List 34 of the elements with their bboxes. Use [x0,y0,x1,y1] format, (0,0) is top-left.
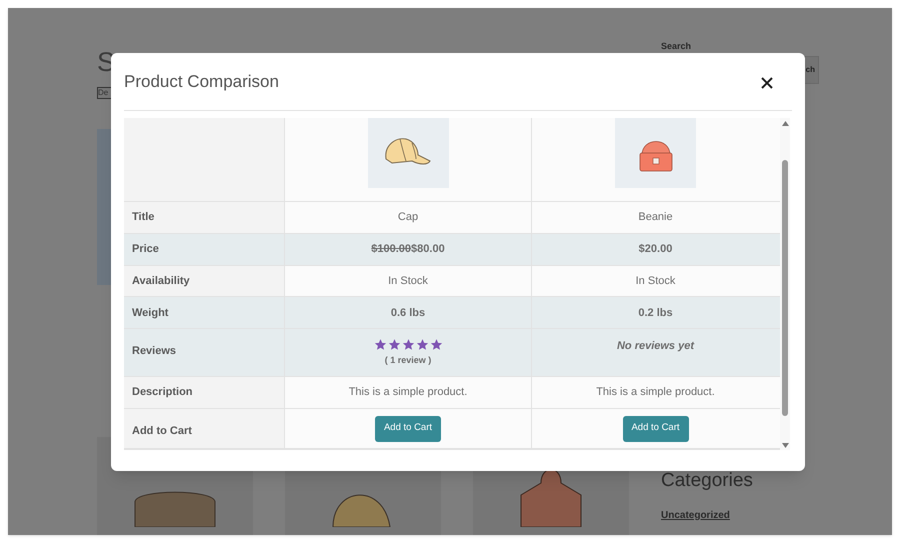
cell-text: This is a simple product. [348,385,468,400]
row-label: Reviews [132,345,176,358]
search-label: Search [661,41,692,51]
dialog-title: Product Comparison [124,70,279,93]
row-label: Add to Cart [132,425,192,438]
star-icon [402,338,414,352]
add-to-cart-button[interactable]: Add to Cart [622,416,688,442]
category-link[interactable]: Uncategorized [661,508,826,522]
scrollbar[interactable] [780,118,790,450]
categories-heading: Categories [661,469,754,493]
weight-value: 0.6 lbs [390,306,426,321]
row-label: Price [132,242,159,257]
row-label: Weight [132,306,168,321]
scroll-up-arrow-icon[interactable] [782,121,788,127]
cell-text: This is a simple product. [596,385,715,400]
review-count: ( 1 review ) [384,354,432,368]
star-icon [388,338,400,352]
no-reviews-text: No reviews yet [616,339,694,354]
scroll-down-arrow-icon[interactable] [782,443,788,449]
cell-text: In Stock [636,274,676,289]
row-label: Description [132,385,193,400]
row-label: Title [132,210,154,225]
row-label: Availability [132,274,190,289]
cell-text: Beanie [638,210,673,225]
price-value: $100.00$80.00 [371,242,445,257]
cell-text: In Stock [388,274,428,289]
price-value: $20.00 [638,242,672,257]
add-to-cart-button[interactable]: Add to Cart [375,416,441,442]
cell-text: Cap [398,210,418,225]
close-icon[interactable] [761,77,773,89]
star-icon [374,338,386,352]
star-icon [430,338,442,352]
weight-value: 0.2 lbs [638,306,673,321]
star-icon [416,338,428,352]
